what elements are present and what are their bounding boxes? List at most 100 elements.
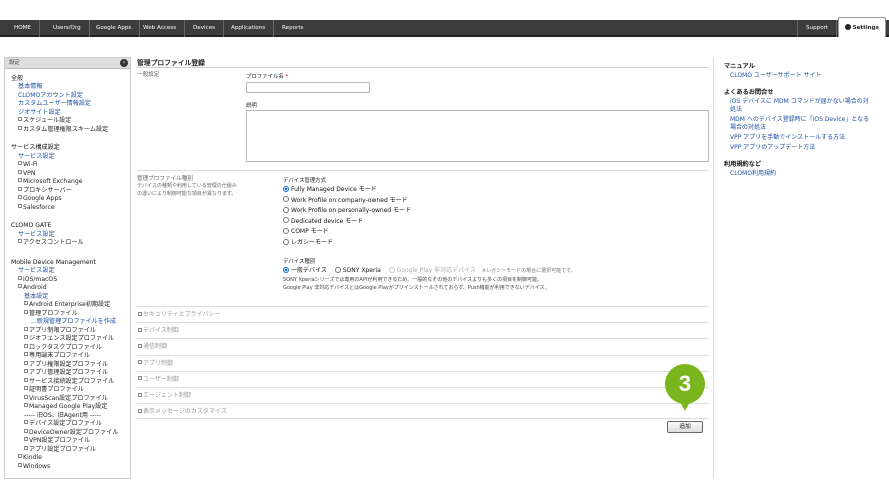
sidebar-item[interactable]: プロキシサーバー bbox=[18, 187, 72, 195]
sidebar-item[interactable]: 証明書プロファイル bbox=[24, 386, 84, 394]
sidebar-item[interactable]: VPN設定プロファイル bbox=[24, 437, 90, 445]
tab-users-org[interactable]: Users/Org bbox=[45, 20, 90, 37]
expand-icon[interactable] bbox=[24, 420, 28, 424]
expand-icon[interactable] bbox=[24, 335, 28, 339]
expand-icon[interactable] bbox=[24, 369, 28, 373]
expand-icon[interactable] bbox=[24, 446, 28, 450]
expand-icon[interactable] bbox=[18, 178, 22, 182]
sidebar-item[interactable]: VPN bbox=[18, 170, 35, 178]
expand-icon[interactable] bbox=[18, 187, 22, 191]
expand-icon[interactable] bbox=[18, 276, 22, 280]
expand-icon[interactable] bbox=[24, 361, 28, 365]
expand-icon[interactable] bbox=[24, 352, 28, 356]
sidebar-item[interactable]: アプリ設定プロファイル bbox=[24, 446, 96, 454]
sidebar-item[interactable]: iOS/macOS bbox=[18, 276, 57, 284]
expand-icon[interactable] bbox=[24, 310, 28, 314]
sidebar-item[interactable]: VirusScan設定プロファイル bbox=[24, 395, 108, 403]
tab-settings[interactable]: Settings bbox=[837, 17, 886, 37]
description-textarea[interactable] bbox=[246, 110, 709, 162]
expand-icon[interactable] bbox=[24, 395, 28, 399]
sidebar-item[interactable]: Wi-Fi bbox=[18, 161, 38, 169]
mode-option[interactable]: Work Profile on company-owned モード bbox=[283, 196, 408, 205]
sidebar-item[interactable]: DeviceOwner設定プロファイル bbox=[24, 429, 119, 437]
sidebar-item[interactable]: 基本情報 bbox=[18, 83, 42, 91]
terms-link[interactable]: CLOMO利用規約 bbox=[730, 170, 776, 178]
expand-icon[interactable] bbox=[24, 301, 28, 305]
mode-option[interactable]: Fully Managed Device モード bbox=[283, 185, 377, 194]
expand-icon[interactable] bbox=[18, 126, 22, 130]
tab-home[interactable]: HOME bbox=[6, 20, 40, 37]
section-header[interactable]: 表示メッセージのカスタマイズ bbox=[137, 403, 709, 419]
tab-reports[interactable]: Reports bbox=[274, 20, 311, 37]
sidebar-item[interactable]: Windows bbox=[18, 463, 50, 471]
expand-icon[interactable] bbox=[18, 117, 22, 121]
expand-icon[interactable] bbox=[18, 204, 22, 208]
sidebar-item[interactable]: スケジュール設定 bbox=[18, 117, 71, 125]
devtype-sony[interactable]: SONY Xperia bbox=[334, 266, 381, 274]
sidebar-item[interactable]: カスタム管理権限スキーム設定 bbox=[18, 126, 108, 134]
sidebar-item[interactable]: Android Enterprise初期設定 bbox=[24, 301, 110, 309]
faq-link-3[interactable]: VPP アプリを手動でインストールする方法 bbox=[730, 134, 845, 142]
expand-icon[interactable] bbox=[24, 386, 28, 390]
devtype-general[interactable]: 一般デバイス bbox=[283, 266, 327, 274]
faq-link-4[interactable]: VPP アプリのアップデート方法 bbox=[730, 144, 815, 152]
sidebar-item[interactable]: ジオサイト設定 bbox=[18, 109, 61, 117]
sidebar-item[interactable]: カスタムユーザー情報設定 bbox=[18, 100, 91, 108]
sidebar-item[interactable]: 専用端末プロファイル bbox=[24, 352, 90, 360]
sidebar-item[interactable]: CLOMOアカウント設定 bbox=[18, 92, 83, 100]
mode-option[interactable]: Work Profile on personally-owned モード bbox=[283, 206, 411, 215]
sidebar-item[interactable]: Managed Google Play設定 bbox=[24, 403, 107, 411]
sidebar-item[interactable]: アクセスコントロール bbox=[18, 239, 84, 247]
section-header[interactable]: エージェント制御 bbox=[137, 387, 709, 403]
expand-icon[interactable] bbox=[18, 195, 22, 199]
sidebar-item[interactable]: アプリ権限設定プロファイル bbox=[24, 361, 108, 369]
manual-link[interactable]: CLOMO ユーザーサポート サイト bbox=[730, 72, 822, 80]
expand-icon[interactable] bbox=[18, 170, 22, 174]
tab-web-access[interactable]: Web Access bbox=[135, 20, 186, 37]
tab-devices[interactable]: Devices bbox=[185, 20, 225, 37]
add-button[interactable]: 追加 bbox=[667, 421, 703, 433]
sidebar-item[interactable]: ロックタスクプロファイル bbox=[24, 344, 102, 352]
faq-link-1[interactable]: iOS デバイスに MDM コマンドが届かない場合の対 bbox=[730, 98, 869, 106]
expand-icon[interactable] bbox=[24, 327, 28, 331]
sidebar-item[interactable]: Android bbox=[18, 284, 47, 292]
section-header[interactable]: デバイス制御 bbox=[137, 322, 709, 338]
sidebar-item[interactable]: Microsoft Exchange bbox=[18, 178, 82, 186]
sidebar-item[interactable]: デバイス設定プロファイル bbox=[24, 420, 102, 428]
expand-icon[interactable] bbox=[18, 161, 22, 165]
sidebar-item[interactable]: Salesforce bbox=[18, 204, 55, 212]
sidebar-item[interactable]: アプリ制限プロファイル bbox=[24, 327, 96, 335]
profile-name-input[interactable] bbox=[246, 82, 370, 93]
section-header[interactable]: アプリ制御 bbox=[137, 354, 709, 371]
sidebar-item[interactable]: ジオフェンス設定プロファイル bbox=[24, 335, 114, 343]
sidebar-item[interactable]: サービス設定 bbox=[18, 153, 55, 161]
mode-option[interactable]: COMP モード bbox=[283, 227, 329, 236]
collapse-icon[interactable]: ‹ bbox=[120, 59, 128, 67]
section-header[interactable]: ユーザー制御 bbox=[137, 370, 709, 387]
expand-icon[interactable] bbox=[24, 437, 28, 441]
expand-icon[interactable] bbox=[18, 454, 22, 458]
sidebar-item[interactable]: 管理プロファイル bbox=[24, 310, 78, 318]
faq-link-2-cont[interactable]: 場合の対処法 bbox=[730, 124, 766, 132]
sidebar-item[interactable]: サービス設定 bbox=[18, 231, 55, 239]
section-header[interactable]: セキュリティとプライバシー bbox=[137, 306, 709, 322]
sidebar-item[interactable]: アプリ管理設定プロファイル bbox=[24, 369, 108, 377]
faq-link-1-cont[interactable]: 処法 bbox=[730, 106, 742, 114]
sidebar-item[interactable]: Kindle bbox=[18, 454, 42, 462]
expand-icon[interactable] bbox=[24, 429, 28, 433]
expand-icon[interactable] bbox=[18, 284, 22, 288]
expand-icon[interactable] bbox=[18, 463, 22, 467]
expand-icon[interactable] bbox=[24, 403, 28, 407]
mode-option[interactable]: レガシーモード bbox=[283, 238, 333, 247]
tab-google-apps[interactable]: Google Apps bbox=[88, 20, 141, 37]
tab-applications[interactable]: Applications bbox=[223, 20, 275, 37]
mode-option[interactable]: Dedicated device モード bbox=[283, 217, 363, 226]
expand-icon[interactable] bbox=[18, 239, 22, 243]
expand-icon[interactable] bbox=[24, 378, 28, 382]
expand-icon[interactable] bbox=[24, 344, 28, 348]
faq-link-2[interactable]: MDM へのデバイス登録時に「iOS Device」となる bbox=[730, 116, 869, 124]
sidebar-item[interactable]: Google Apps bbox=[18, 195, 62, 203]
sidebar-item[interactable]: サービス設定 bbox=[18, 267, 55, 275]
tab-support[interactable]: Support bbox=[797, 20, 838, 37]
sidebar-item[interactable]: 基本設定 bbox=[24, 293, 48, 301]
